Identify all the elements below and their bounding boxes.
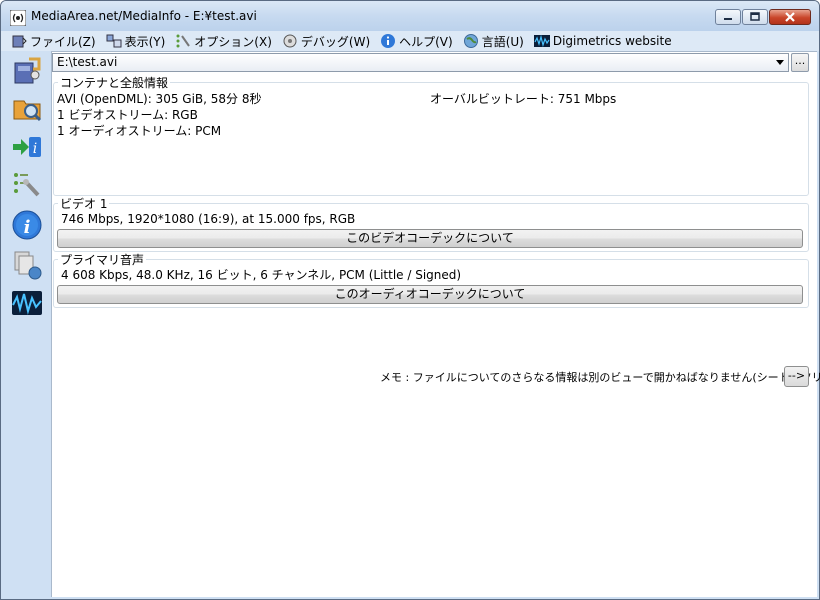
file-icon — [12, 35, 27, 48]
menu-view[interactable]: 表示(Y) — [106, 33, 166, 50]
video-codec-button[interactable]: このビデオコーデックについて — [57, 229, 803, 248]
audio-stream-summary: 1 オーディオストリーム: PCM — [57, 124, 222, 138]
svg-text:i: i — [24, 217, 31, 238]
memo-next-button[interactable]: --> — [784, 366, 809, 387]
container-format: AVI (OpenDML): 305 GiB, 58分 8秒 — [57, 92, 262, 106]
close-icon — [785, 12, 795, 22]
minimize-icon — [724, 18, 732, 20]
menu-file-label: ファイル(Z) — [30, 34, 96, 49]
menu-help[interactable]: ヘルプ(V) — [380, 33, 453, 50]
file-selector[interactable]: E:\test.avi — [52, 53, 789, 72]
menu-language-label: 言語(U) — [481, 34, 524, 49]
menu-debug-label: デバッグ(W) — [300, 34, 371, 49]
svg-text:i: i — [33, 141, 37, 157]
menu-language[interactable]: 言語(U) — [463, 33, 524, 50]
maximize-icon — [750, 12, 760, 21]
options-icon — [176, 34, 191, 48]
menu-bar: ファイル(Z) 表示(Y) オプション(X) デバッグ(W) ヘルプ(V) 言語… — [1, 31, 819, 51]
view-icon — [106, 34, 122, 48]
video-details: 746 Mbps, 1920*1080 (16:9), at 15.000 fp… — [61, 212, 356, 226]
menu-debug[interactable]: デバッグ(W) — [282, 33, 370, 50]
digimetrics-icon — [533, 34, 550, 48]
overall-bitrate: オーバルビットレート: 751 Mbps — [430, 92, 617, 106]
menu-options[interactable]: オプション(X) — [175, 33, 272, 50]
view-sidebar: i i — [3, 51, 50, 597]
digimetrics-sidebar-icon[interactable] — [11, 287, 43, 319]
app-icon — [10, 10, 26, 26]
minimize-button[interactable] — [715, 9, 741, 25]
about-icon[interactable]: i — [11, 209, 43, 241]
menu-file[interactable]: ファイル(Z) — [11, 33, 96, 50]
preferences-icon[interactable] — [11, 169, 43, 201]
open-folder-icon[interactable] — [11, 91, 43, 123]
chevron-down-icon[interactable] — [776, 60, 784, 65]
audio-info-title: プライマリ音声 — [58, 253, 147, 267]
general-info-title: コンテナと全般情報 — [58, 76, 171, 90]
open-file-icon[interactable] — [11, 55, 43, 87]
video-stream-summary: 1 ビデオストリーム: RGB — [57, 108, 198, 122]
debug-icon — [283, 34, 297, 48]
globe-icon — [463, 34, 478, 48]
menu-view-label: 表示(Y) — [124, 34, 166, 49]
help-icon — [381, 34, 396, 48]
menu-options-label: オプション(X) — [194, 34, 272, 49]
title-bar[interactable]: MediaArea.net/MediaInfo - E:¥test.avi — [1, 1, 819, 31]
menu-digimetrics-label: Digimetrics website — [552, 34, 672, 48]
maximize-button[interactable] — [742, 9, 768, 25]
browse-button[interactable]: ... — [791, 53, 809, 72]
export-info-icon[interactable]: i — [11, 131, 43, 163]
audio-codec-button[interactable]: このオーディオコーデックについて — [57, 285, 803, 304]
file-selector-value: E:\test.avi — [57, 55, 118, 69]
menu-help-label: ヘルプ(V) — [399, 34, 453, 49]
sheet-view-icon[interactable] — [11, 249, 43, 281]
window-title: MediaArea.net/MediaInfo - E:¥test.avi — [31, 9, 257, 23]
menu-digimetrics[interactable]: Digimetrics website — [533, 33, 672, 49]
close-button[interactable] — [769, 9, 811, 25]
audio-details: 4 608 Kbps, 48.0 KHz, 16 ビット, 6 チャンネル, P… — [61, 268, 462, 282]
video-info-title: ビデオ 1 — [58, 197, 110, 211]
memo-text: メモ : ファイルについてのさらなる情報は別のビューで開かねばなりません(シート… — [380, 371, 820, 384]
